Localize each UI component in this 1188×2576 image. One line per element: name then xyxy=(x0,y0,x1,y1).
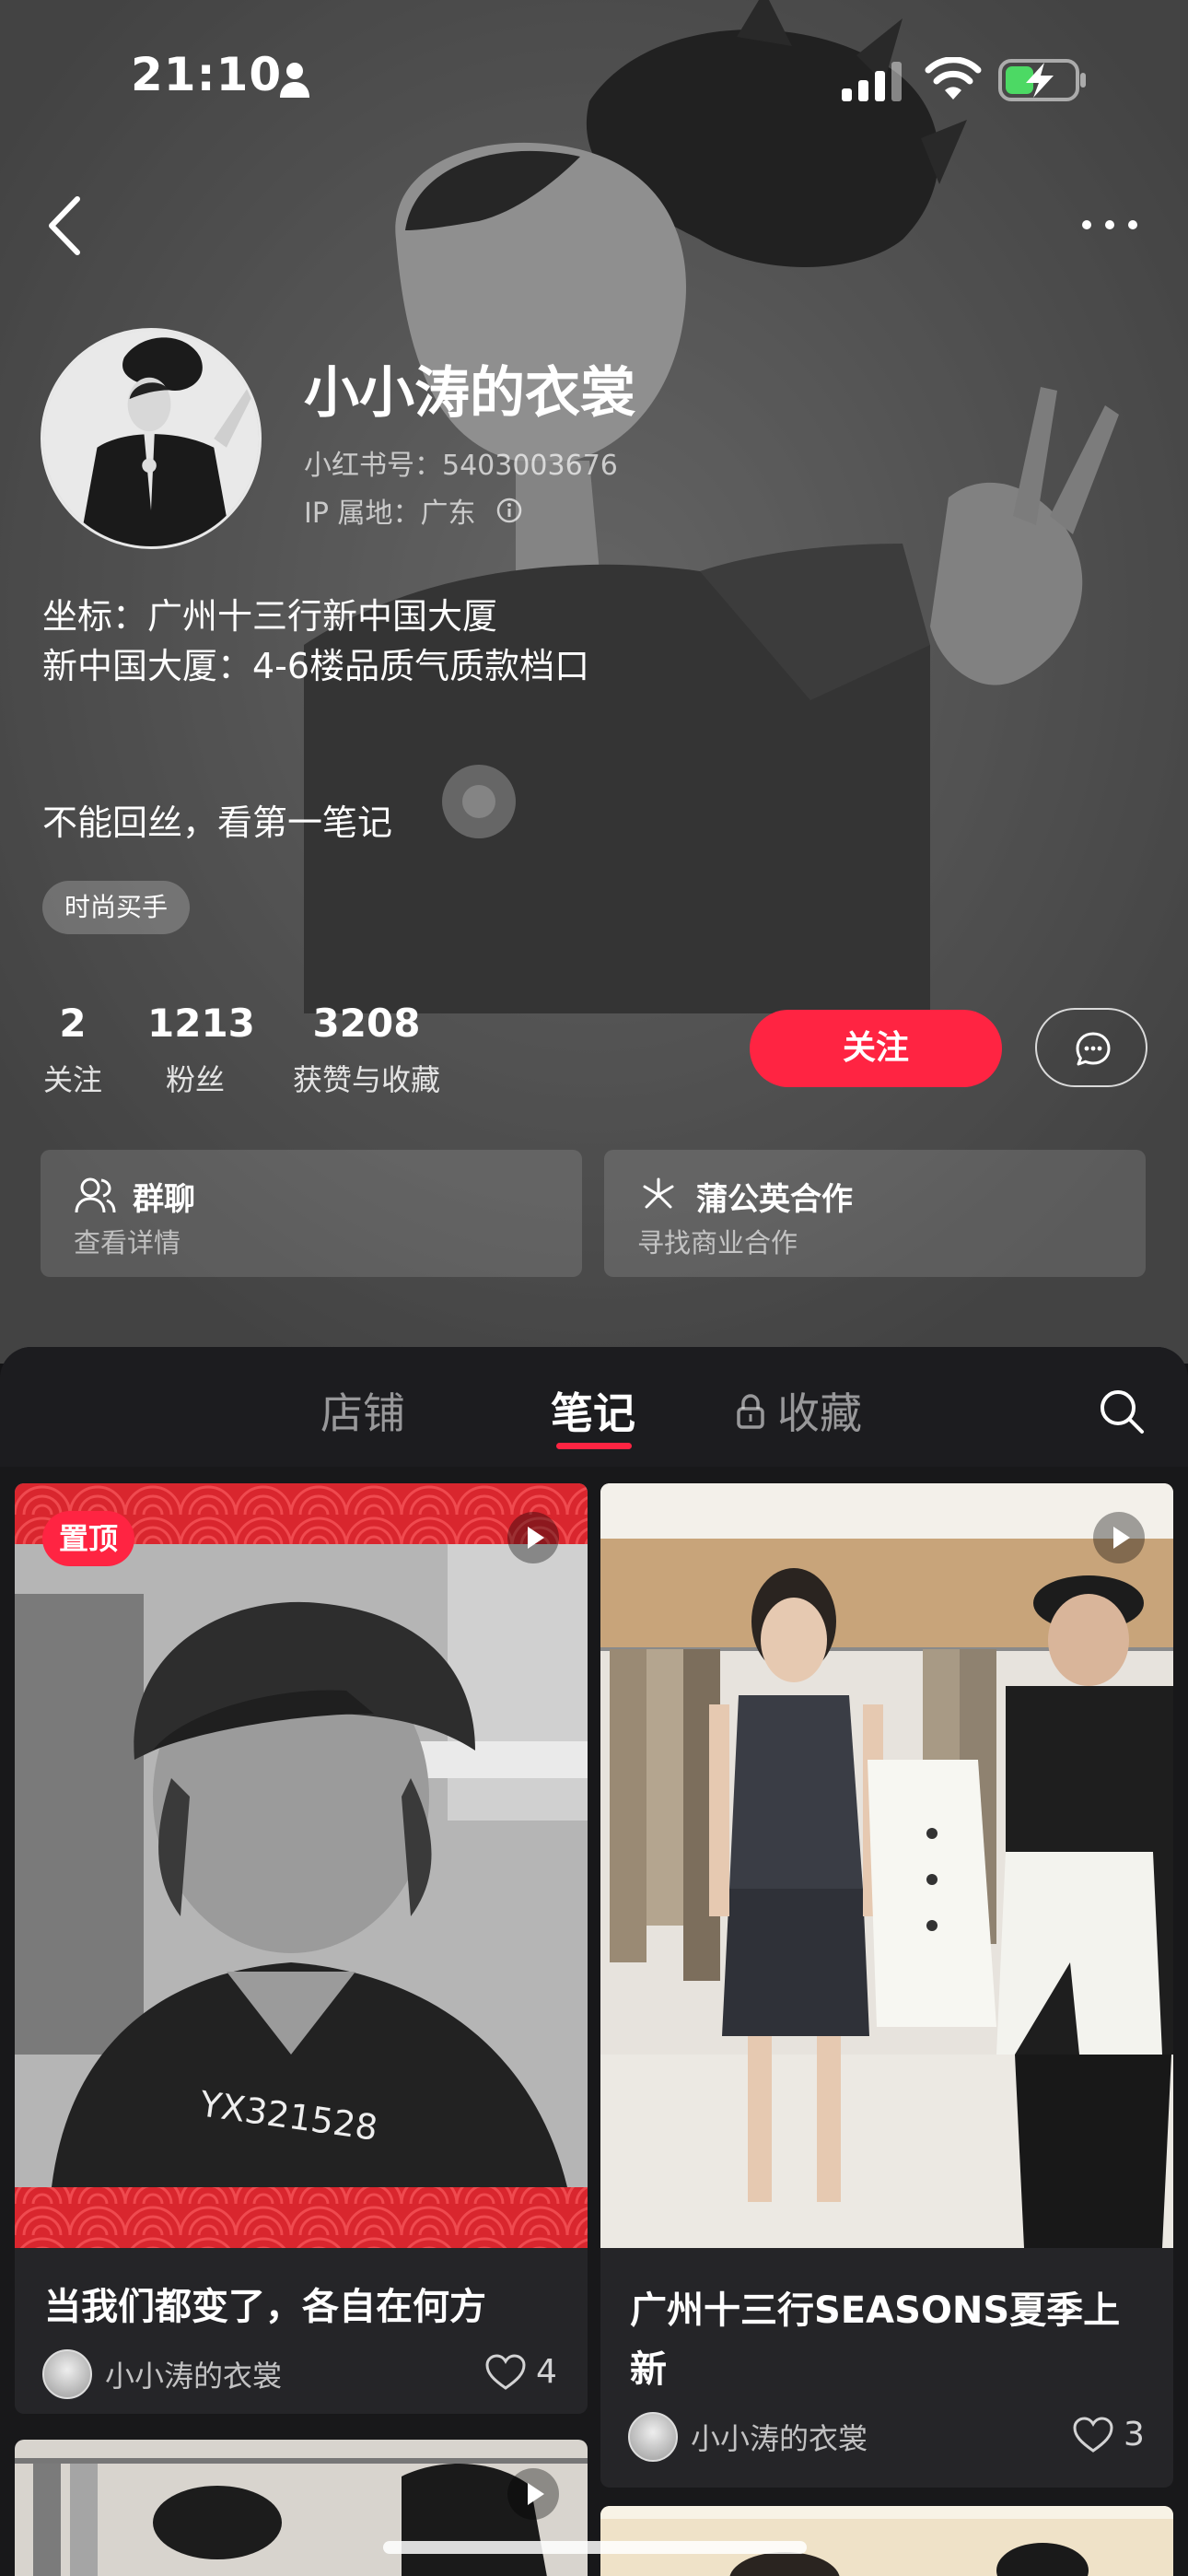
group-chat-icon xyxy=(75,1177,116,1213)
tab-store[interactable]: 店铺 xyxy=(320,1380,405,1441)
avatar[interactable] xyxy=(41,328,262,549)
note-title: 当我们都变了，各自在何方 xyxy=(44,2286,486,2328)
video-play-icon xyxy=(507,1512,559,1563)
stat-label: 粉丝 xyxy=(165,1062,225,1097)
red-id: 小红书号：5403003676 xyxy=(304,450,618,482)
lock-icon xyxy=(737,1394,764,1429)
follow-button[interactable]: 关注 xyxy=(750,1010,1002,1087)
stat-label: 获赞与收藏 xyxy=(292,1062,440,1097)
profile-header: 21:10 小小涛的衣裳 小红书号：5403003676 IP 属地：广东 坐标… xyxy=(0,0,1188,1364)
author-name: 小小涛的衣裳 xyxy=(691,2421,868,2456)
note-author[interactable]: 小小涛的衣裳 xyxy=(628,2412,868,2462)
profile-tabs: 店铺 笔记 收藏 xyxy=(0,1347,1188,1467)
heart-icon xyxy=(485,2353,526,2390)
note-card[interactable] xyxy=(15,2440,588,2576)
message-button[interactable] xyxy=(1035,1008,1147,1087)
stat-followers[interactable]: 1213 粉丝 xyxy=(147,1001,255,1099)
bio-note: 不能回丝，看第一笔记 xyxy=(42,802,393,843)
bio-line: 坐标：广州十三行新中国大厦 xyxy=(42,596,498,637)
cellular-signal-icon xyxy=(842,62,902,101)
pinned-badge: 置顶 xyxy=(42,1511,135,1566)
profile-bio: 坐标：广州十三行新中国大厦 新中国大厦：4-6楼品质气质款档口 xyxy=(42,591,589,691)
status-bar: 21:10 xyxy=(0,0,1188,157)
likes-count: 3 xyxy=(1124,2416,1145,2453)
note-likes[interactable]: 3 xyxy=(1072,2416,1145,2453)
video-play-icon xyxy=(507,2468,559,2520)
note-title-line: 广州十三行SEASONS夏季上 xyxy=(630,2289,1121,2332)
note-author[interactable]: 小小涛的衣裳 xyxy=(42,2349,282,2399)
video-play-icon xyxy=(1093,1512,1145,1563)
stat-value: 3208 xyxy=(312,1001,421,1046)
tab-collections[interactable]: 收藏 xyxy=(777,1380,862,1441)
ip-location: IP 属地：广东 xyxy=(304,490,523,531)
stat-likes-and-saves[interactable]: 3208 获赞与收藏 xyxy=(285,1001,448,1099)
note-title: 广州十三行SEASONS夏季上 新 xyxy=(630,2281,1120,2399)
note-card[interactable]: 广州十三行SEASONS夏季上 新 小小涛的衣裳 3 xyxy=(600,1483,1173,2488)
quick-card-subtitle: 寻找商业合作 xyxy=(637,1227,798,1259)
person-icon xyxy=(280,63,309,98)
note-title-line: 新 xyxy=(630,2348,667,2391)
tab-notes[interactable]: 笔记 xyxy=(551,1380,635,1441)
quick-card-subtitle: 查看详情 xyxy=(74,1227,181,1259)
stat-following[interactable]: 2 关注 xyxy=(41,1001,105,1099)
home-indicator[interactable] xyxy=(383,2541,807,2554)
info-icon[interactable] xyxy=(495,497,523,524)
author-name: 小小涛的衣裳 xyxy=(105,2359,283,2394)
group-chat-card[interactable]: 群聊 查看详情 xyxy=(41,1150,582,1277)
note-likes[interactable]: 4 xyxy=(484,2353,557,2391)
note-cover-image xyxy=(600,1483,1173,2248)
dandelion-cooperation-card[interactable]: 蒲公英合作 寻找商业合作 xyxy=(604,1150,1146,1277)
note-card[interactable]: YX321528 置顶 当我们都变了，各自在何方 小小涛的衣裳 4 xyxy=(15,1483,588,2414)
dandelion-icon xyxy=(643,1177,674,1209)
stat-value: 2 xyxy=(59,1001,87,1046)
chat-bubble-icon xyxy=(1076,1032,1111,1066)
profile-tag[interactable]: 时尚买手 xyxy=(42,881,191,934)
back-icon[interactable] xyxy=(44,193,85,258)
heart-icon xyxy=(1073,2416,1113,2453)
content-sheet: 店铺 笔记 收藏 YX321528 置顶 当我们都变了，各自在何方 小小涛的衣裳… xyxy=(0,1347,1188,2576)
battery-charging-icon xyxy=(998,59,1086,101)
quick-card-title: 蒲公英合作 xyxy=(696,1181,853,1218)
note-cover-image xyxy=(15,2440,588,2576)
active-tab-indicator xyxy=(556,1443,632,1449)
likes-count: 4 xyxy=(536,2353,557,2391)
status-time: 21:10 xyxy=(131,48,283,101)
wifi-icon xyxy=(925,57,982,100)
note-cover-image: YX321528 xyxy=(15,1483,588,2248)
author-avatar xyxy=(42,2349,92,2399)
author-avatar xyxy=(628,2412,678,2462)
avatar-image xyxy=(43,331,259,546)
profile-nickname: 小小涛的衣裳 xyxy=(304,361,635,426)
more-options-icon[interactable] xyxy=(1077,205,1142,245)
search-icon[interactable] xyxy=(1098,1388,1146,1435)
ip-location-text: IP 属地：广东 xyxy=(304,498,476,530)
stat-value: 1213 xyxy=(147,1001,255,1046)
quick-card-title: 群聊 xyxy=(133,1181,195,1218)
bio-line: 新中国大厦：4-6楼品质气质款档口 xyxy=(42,646,590,686)
stat-label: 关注 xyxy=(42,1062,102,1097)
